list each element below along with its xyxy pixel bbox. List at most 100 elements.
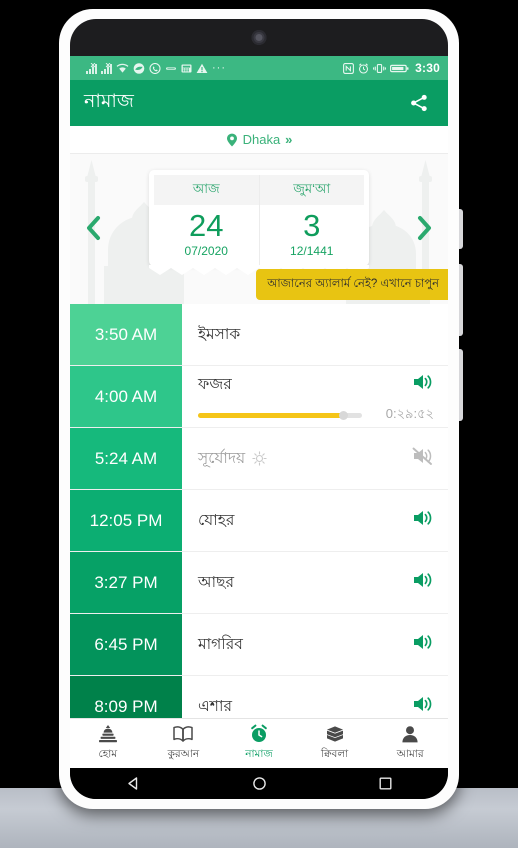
sound-toggle-button[interactable]	[412, 372, 434, 397]
bottom-navigation: হোম কুরআন নামাজ ক্বিবলা আমার	[70, 718, 448, 768]
prayer-row[interactable]: 3:27 PM আছর	[70, 552, 448, 614]
prayer-row-body[interactable]: ফজর 0:২৯:৫২	[182, 366, 448, 427]
signal-2-icon	[101, 62, 112, 74]
chevron-left-icon	[87, 216, 100, 240]
android-recents-button[interactable]	[370, 773, 400, 795]
nav-item-label: হোম	[98, 748, 118, 760]
sound-toggle-button[interactable]	[412, 570, 434, 595]
sun-icon	[252, 451, 267, 466]
android-navigation-bar	[70, 768, 448, 799]
today-label: আজ	[154, 175, 259, 205]
alarm-icon	[359, 62, 369, 74]
vpn-icon	[166, 66, 176, 70]
mosque-icon	[98, 725, 117, 743]
alarm-banner[interactable]: আজানের অ্যালার্ম নেই? এখানে চাপুন	[256, 269, 448, 300]
front-camera	[251, 30, 267, 45]
status-bar: ··· 3:30	[70, 56, 448, 80]
calculator-icon	[181, 64, 192, 72]
prayer-name: এশার	[198, 697, 232, 715]
jumuah-day-number: 3	[303, 208, 321, 243]
status-clock: 3:30	[415, 61, 440, 75]
prayer-row[interactable]: 6:45 PM মাগরিব	[70, 614, 448, 676]
prayer-times-list: 3:50 AM ইমসাক 4:00 AM ফজর 0:২৯:৫২ 5:24 AM সূর্…	[70, 304, 448, 738]
speaker-on-icon	[414, 375, 432, 389]
date-card-grid: আজ 24 07/2020 জুম‘আ 3 12/1441	[154, 175, 364, 266]
prev-day-button[interactable]	[78, 210, 108, 246]
volume-up-button[interactable]	[459, 264, 463, 336]
prayer-row[interactable]: 12:05 PM যোহর	[70, 490, 448, 552]
volume-down-button[interactable]	[459, 349, 463, 421]
sound-toggle-button[interactable]	[412, 508, 434, 533]
location-chevron-icon: »	[285, 132, 293, 147]
share-icon	[411, 94, 427, 112]
location-pin-icon	[226, 133, 237, 146]
date-hero: আজ 24 07/2020 জুম‘আ 3 12/1441 আজানের অ্য…	[70, 154, 448, 304]
jumuah-month-year: 12/1441	[290, 244, 334, 258]
wifi-icon	[116, 63, 129, 73]
today-month-year: 07/2020	[184, 244, 228, 258]
sound-toggle-button[interactable]	[412, 694, 434, 719]
speaker-on-icon	[414, 635, 432, 649]
prayer-time: 4:00 AM	[70, 366, 182, 427]
prayer-row-body[interactable]: ইমসাক	[182, 304, 448, 365]
nav-item-mosque[interactable]: হোম	[70, 723, 146, 764]
phone-bezel: ··· 3:30 নামাজ Dhaka » আজ 24 07/2020 জুম…	[70, 19, 448, 799]
prayer-row[interactable]: 5:24 AM সূর্যোদয়	[70, 428, 448, 490]
screen: ··· 3:30 নামাজ Dhaka » আজ 24 07/2020 জুম…	[70, 56, 448, 768]
status-right-icons: 3:30	[343, 61, 440, 75]
prayer-progress-bar	[198, 410, 362, 420]
prayer-name: মাগরিব	[198, 635, 243, 653]
vibrate-icon	[373, 63, 387, 73]
prayer-row-body[interactable]: সূর্যোদয়	[182, 428, 448, 489]
status-overflow-dots: ···	[212, 62, 226, 74]
speaker-muted-icon	[412, 447, 432, 465]
page-title: নামাজ	[84, 91, 134, 112]
android-home-button[interactable]	[244, 773, 274, 795]
prayer-row-body[interactable]: আছর	[182, 552, 448, 613]
sound-toggle-button[interactable]	[412, 446, 434, 471]
prayer-row-body[interactable]: মাগরিব	[182, 614, 448, 675]
nfc-icon	[343, 62, 355, 74]
date-card-paper: আজ 24 07/2020 জুম‘আ 3 12/1441	[149, 170, 369, 266]
prayer-row-body[interactable]: যোহর	[182, 490, 448, 551]
prayer-name: ইমসাক	[198, 325, 241, 343]
speaker-on-icon	[414, 697, 432, 711]
date-card: আজ 24 07/2020 জুম‘আ 3 12/1441	[149, 170, 369, 276]
location-name: Dhaka	[242, 132, 281, 147]
android-back-button[interactable]	[118, 773, 148, 795]
share-button[interactable]	[404, 88, 434, 118]
prayer-progress-thumb	[339, 410, 349, 420]
prayer-row[interactable]: 3:50 AM ইমসাক	[70, 304, 448, 366]
nav-item-label: কুরআন	[167, 748, 200, 760]
prayer-name: আছর	[198, 573, 234, 591]
warning-icon	[196, 63, 208, 73]
prayer-name: যোহর	[198, 511, 235, 529]
prayer-time: 6:45 PM	[70, 614, 182, 675]
nav-item-person[interactable]: আমার	[372, 723, 448, 764]
prayer-time: 3:50 AM	[70, 304, 182, 365]
prayer-name: ফজর	[198, 375, 232, 393]
prayer-time: 12:05 PM	[70, 490, 182, 551]
date-column-jumuah[interactable]: জুম‘আ 3 12/1441	[258, 175, 364, 266]
prayer-row[interactable]: 4:00 AM ফজর 0:২৯:৫২	[70, 366, 448, 428]
nav-item-alarm-clock[interactable]: নামাজ	[221, 723, 297, 764]
next-day-button[interactable]	[410, 210, 440, 246]
location-selector[interactable]: Dhaka »	[70, 126, 448, 154]
battery-icon	[390, 64, 409, 72]
date-column-today[interactable]: আজ 24 07/2020	[154, 175, 259, 266]
prayer-name: সূর্যোদয়	[198, 449, 246, 467]
chevron-right-icon	[418, 216, 431, 240]
nav-item-label: আমার	[396, 748, 424, 760]
cloud-icon	[133, 62, 145, 74]
sound-toggle-button[interactable]	[412, 632, 434, 657]
speaker-on-icon	[414, 511, 432, 525]
nav-item-quran-book[interactable]: কুরআন	[146, 723, 222, 764]
triangle-back-icon	[127, 777, 137, 790]
nav-item-kaaba[interactable]: ক্বিবলা	[297, 723, 373, 764]
jumuah-label: জুম‘আ	[259, 175, 364, 205]
power-button[interactable]	[459, 209, 463, 249]
nav-item-label: নামাজ	[245, 748, 273, 760]
today-day-number: 24	[189, 208, 224, 243]
whatsapp-icon	[149, 62, 161, 74]
prayer-progress-fill	[198, 412, 343, 418]
